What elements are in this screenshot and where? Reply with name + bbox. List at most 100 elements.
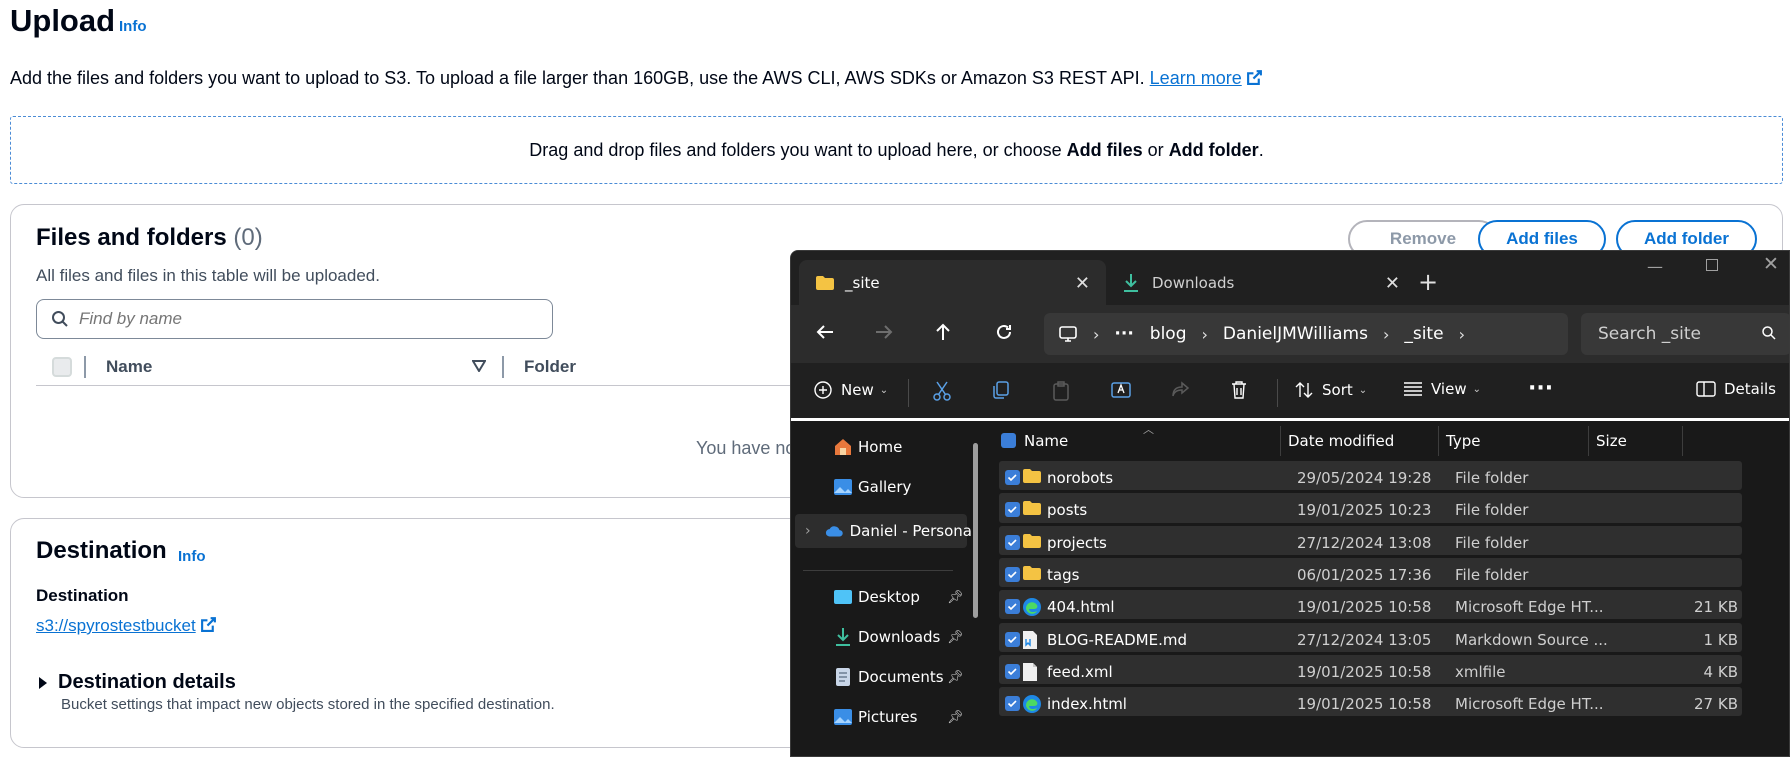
- column-header-folder[interactable]: Folder: [524, 357, 576, 377]
- breadcrumb-chevron-icon: ›: [1201, 324, 1208, 344]
- up-arrow-icon[interactable]: [933, 322, 953, 342]
- folder-icon: [1022, 468, 1042, 488]
- folder-icon: [1022, 533, 1042, 553]
- sort-arrows-icon: [1295, 382, 1313, 398]
- folder-icon: [1022, 565, 1042, 585]
- row-checkbox[interactable]: [1005, 599, 1020, 615]
- close-tab-icon[interactable]: ✕: [1385, 273, 1400, 294]
- maximize-icon[interactable]: [1706, 259, 1718, 271]
- pin-icon: 📌︎: [947, 709, 964, 725]
- more-options-icon[interactable]: ···: [1528, 376, 1553, 401]
- expand-chevron-icon[interactable]: ›: [805, 523, 811, 539]
- column-divider[interactable]: [1438, 426, 1439, 456]
- file-row[interactable]: 404.html 19/01/2025 10:58 Microsoft Edge H…: [999, 590, 1742, 620]
- view-button[interactable]: View ⌄: [1403, 380, 1481, 398]
- column-divider[interactable]: [1682, 426, 1683, 456]
- rename-icon[interactable]: [1110, 380, 1132, 400]
- find-by-name-search[interactable]: [36, 299, 553, 339]
- tab-label: Downloads: [1152, 273, 1235, 292]
- nav-item-documents[interactable]: Documents 📌︎: [833, 667, 964, 687]
- nav-item-label: Desktop: [858, 588, 920, 606]
- new-button[interactable]: New ⌄: [813, 380, 888, 400]
- file-row[interactable]: projects 27/12/2024 13:08 File folder: [999, 525, 1742, 555]
- nav-item-onedrive[interactable]: › Daniel - Persona: [805, 521, 972, 541]
- file-row[interactable]: tags 06/01/2025 17:36 File folder: [999, 557, 1742, 588]
- file-type: File folder: [1455, 469, 1529, 487]
- new-tab-icon[interactable]: +: [1418, 268, 1438, 296]
- info-link[interactable]: Info: [119, 18, 147, 35]
- file-row[interactable]: feed.xml 19/01/2025 10:58 xmlfile 4 KB: [999, 654, 1742, 685]
- details-pane-icon: [1696, 381, 1716, 397]
- drop-zone[interactable]: Drag and drop files and folders you want…: [10, 116, 1783, 184]
- file-date-modified: 19/01/2025 10:58: [1297, 662, 1432, 681]
- destination-bucket-link[interactable]: s3://spyrostestbucket: [36, 616, 217, 636]
- row-checkbox[interactable]: [1005, 631, 1020, 647]
- breadcrumb-item[interactable]: _site: [1404, 324, 1443, 344]
- files-title-text: Files and folders: [36, 224, 227, 251]
- column-header-date[interactable]: Date modified: [1288, 432, 1394, 450]
- row-checkbox[interactable]: [1005, 696, 1020, 712]
- file-row[interactable]: BLOG-README.md 27/12/2024 13:05 Markdown S…: [999, 622, 1742, 652]
- cut-icon[interactable]: [932, 380, 952, 402]
- destination-info-link[interactable]: Info: [178, 548, 206, 565]
- learn-more-link[interactable]: Learn more: [1150, 68, 1263, 88]
- back-arrow-icon[interactable]: [815, 322, 835, 342]
- file-date-modified: 06/01/2025 17:36: [1297, 565, 1432, 584]
- nav-item-desktop[interactable]: Desktop 📌︎: [833, 587, 964, 607]
- external-link-icon: [1246, 70, 1262, 85]
- select-all-checkbox[interactable]: [52, 357, 72, 377]
- tab-downloads[interactable]: Downloads ✕: [1106, 260, 1416, 305]
- destination-details-toggle[interactable]: Destination details: [38, 671, 236, 694]
- refresh-icon[interactable]: [994, 322, 1014, 342]
- chevron-down-icon: ⌄: [1472, 383, 1481, 395]
- file-explorer-window[interactable]: _site ✕ Downloads ✕ + — ✕ › ··· blog › D…: [790, 250, 1790, 757]
- file-row[interactable]: posts 19/01/2025 10:23 File folder: [999, 493, 1742, 523]
- nav-item-downloads[interactable]: Downloads 📌︎: [833, 627, 964, 647]
- delete-icon[interactable]: [1230, 380, 1248, 400]
- details-button[interactable]: Details: [1696, 380, 1776, 398]
- explorer-search-box[interactable]: Search _site: [1581, 313, 1789, 355]
- column-divider[interactable]: [1588, 426, 1589, 456]
- column-header-size[interactable]: Size: [1596, 432, 1627, 450]
- file-date-modified: 19/01/2025 10:58: [1297, 598, 1432, 617]
- breadcrumb-item[interactable]: blog: [1150, 324, 1187, 344]
- column-divider[interactable]: [1280, 426, 1281, 456]
- share-icon[interactable]: [1170, 380, 1190, 400]
- navigation-pane-scrollbar[interactable]: [973, 443, 978, 618]
- forward-arrow-icon[interactable]: [874, 322, 894, 342]
- nav-item-home[interactable]: Home: [833, 437, 902, 457]
- breadcrumb-chevron-icon[interactable]: ›: [1459, 325, 1465, 344]
- nav-item-label: Daniel - Persona: [849, 522, 972, 540]
- row-checkbox[interactable]: [1005, 470, 1020, 485]
- column-header-type[interactable]: Type: [1446, 432, 1480, 450]
- address-bar[interactable]: › ··· blog › DanielJMWilliams › _site ›: [1044, 313, 1568, 355]
- copy-icon[interactable]: [991, 380, 1011, 400]
- dropzone-prefix: Drag and drop files and folders you want…: [529, 139, 1062, 160]
- row-checkbox[interactable]: [1005, 534, 1020, 550]
- tab-site[interactable]: _site ✕: [799, 260, 1106, 305]
- folder-icon: [1022, 500, 1042, 520]
- file-date-modified: 29/05/2024 19:28: [1297, 469, 1432, 487]
- breadcrumb-item[interactable]: DanielJMWilliams: [1223, 324, 1368, 344]
- select-all-checkbox[interactable]: [1001, 433, 1016, 448]
- sort-down-icon[interactable]: [472, 360, 486, 372]
- row-checkbox[interactable]: [1005, 566, 1020, 582]
- file-row[interactable]: index.html 19/01/2025 10:58 Microsoft Edge…: [999, 687, 1742, 717]
- file-row[interactable]: norobots 29/05/2024 19:28 File folder: [999, 461, 1742, 491]
- file-name: feed.xml: [1047, 662, 1113, 681]
- close-window-icon[interactable]: ✕: [1763, 253, 1779, 275]
- paste-icon[interactable]: [1051, 380, 1071, 402]
- column-header-name[interactable]: Name: [1024, 432, 1068, 450]
- file-name: 404.html: [1047, 598, 1115, 617]
- sort-button[interactable]: Sort ⌄: [1294, 380, 1367, 400]
- nav-item-gallery[interactable]: Gallery: [833, 477, 911, 497]
- column-header-name[interactable]: Name: [106, 357, 152, 377]
- row-checkbox[interactable]: [1005, 663, 1020, 679]
- explorer-tab-bar: _site ✕ Downloads ✕ + — ✕: [791, 251, 1789, 305]
- minimize-icon[interactable]: —: [1647, 257, 1663, 276]
- row-checkbox[interactable]: [1005, 502, 1020, 518]
- overflow-dots-icon[interactable]: ···: [1114, 324, 1133, 344]
- nav-item-pictures[interactable]: Pictures 📌︎: [833, 707, 964, 727]
- search-input[interactable]: [79, 309, 519, 329]
- close-tab-icon[interactable]: ✕: [1075, 273, 1090, 294]
